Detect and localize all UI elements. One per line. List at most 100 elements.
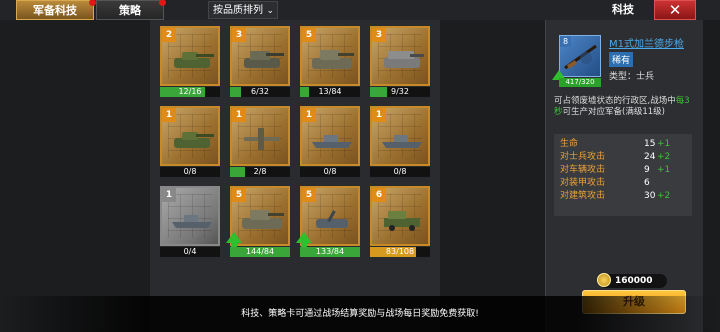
coin-icon xyxy=(597,273,611,287)
card-count: 0/8 xyxy=(183,167,197,176)
chevron-down-icon: ⌄ xyxy=(266,6,274,16)
divider-area xyxy=(440,20,545,332)
rarity-badge: 稀有 xyxy=(609,52,634,67)
stat-value: 6 xyxy=(644,178,650,188)
tab-label: 军备科技 xyxy=(33,4,77,17)
stat-label: 对车辆攻击 xyxy=(560,165,606,175)
card-count: 0/8 xyxy=(323,167,337,176)
heavy-tank-icon xyxy=(242,210,284,229)
card-image: 1 xyxy=(160,186,220,246)
stat-value: 9 xyxy=(644,165,650,175)
card-level: 2 xyxy=(162,28,176,42)
card-image: 2 xyxy=(160,26,220,86)
card-level: 1 xyxy=(232,108,246,122)
card-count: 13/84 xyxy=(318,87,342,96)
tab-strategy[interactable]: 策略 xyxy=(96,0,166,20)
tech-card[interactable]: 1 0/8 xyxy=(300,106,360,178)
card-count: 144/84 xyxy=(245,247,275,256)
card-level: 3 xyxy=(232,28,246,42)
upgrade-arrow-icon xyxy=(296,232,312,247)
stat-label: 对装甲攻击 xyxy=(560,178,606,188)
card-image: 1 xyxy=(230,106,290,166)
card-image: 3 xyxy=(230,26,290,86)
card-progress: 0/8 xyxy=(370,167,430,177)
card-progress: 0/4 xyxy=(160,247,220,257)
card-progress: 83/108 xyxy=(370,247,430,257)
progress-fill xyxy=(230,167,245,177)
card-image: 3 xyxy=(370,26,430,86)
stat-label: 生命 xyxy=(560,139,579,149)
card-level: 6 xyxy=(372,188,386,202)
stat-value: 30 xyxy=(644,191,656,201)
stat-bonus: +1 xyxy=(657,139,671,149)
card-level: 5 xyxy=(302,188,316,202)
close-button[interactable]: ✕ xyxy=(654,0,696,20)
card-count: 6/32 xyxy=(251,87,269,96)
spg-icon xyxy=(244,51,284,68)
artillery-icon xyxy=(316,210,348,228)
ship-icon xyxy=(312,135,352,148)
card-image: 1 xyxy=(370,106,430,166)
tech-card[interactable]: 5 144/84 xyxy=(226,186,290,258)
card-level: 5 xyxy=(232,188,246,202)
stat-row: 对车辆攻击 9 +1 xyxy=(560,164,686,177)
stat-bonus: +2 xyxy=(657,152,671,162)
stat-row: 对建筑攻击 30 +2 xyxy=(560,190,686,203)
portrait-count: 417/320 xyxy=(559,78,601,87)
cost-display: 160000 xyxy=(597,273,667,288)
card-progress: 144/84 xyxy=(230,247,290,257)
stat-bonus: +2 xyxy=(657,191,671,201)
heavy-tank-icon xyxy=(312,50,354,69)
stat-bonus: +1 xyxy=(657,165,671,175)
tab-military-tech[interactable]: 军备科技 xyxy=(16,0,96,20)
progress-fill xyxy=(230,87,242,97)
card-progress: 0/8 xyxy=(300,167,360,177)
card-image: 1 xyxy=(160,106,220,166)
card-progress: 2/8 xyxy=(230,167,290,177)
detail-panel: 8 417/320 M1式加兰德步枪 稀有 类型：士兵 可占领废墟状态的行政区,… xyxy=(545,20,703,332)
card-progress: 9/32 xyxy=(370,87,430,97)
card-progress: 13/84 xyxy=(300,87,360,97)
truck-icon xyxy=(384,211,420,231)
card-image: 5 xyxy=(300,26,360,86)
tech-card[interactable]: 1 0/4 xyxy=(160,186,220,258)
tip-banner: 科技、策略卡可通过战场结算奖励与战场每日奖励免费获取! xyxy=(0,296,720,332)
card-count: 83/108 xyxy=(385,247,415,256)
tech-card[interactable]: 6 83/108 xyxy=(370,186,430,258)
tech-card[interactable]: 3 9/32 xyxy=(370,26,430,98)
cost-value: 160000 xyxy=(615,276,653,286)
left-background xyxy=(0,20,150,332)
card-level: 5 xyxy=(302,28,316,42)
card-progress: 133/84 xyxy=(300,247,360,257)
card-grid: 2 12/16 3 6/32 5 13/84 3 9/32 1 0/8 1 2/8 1 0/8 1 0/8 1 0… xyxy=(150,20,440,332)
stat-value: 24 xyxy=(644,152,656,162)
tech-card[interactable]: 1 0/8 xyxy=(370,106,430,178)
tech-card[interactable]: 3 6/32 xyxy=(230,26,290,98)
card-count: 133/84 xyxy=(315,247,345,256)
tech-card[interactable]: 1 2/8 xyxy=(230,106,290,178)
desc-text: 可生产对应军备(满级11级) xyxy=(562,107,665,117)
unit-description: 可占领废墟状态的行政区,战场中每3秒可生产对应军备(满级11级) xyxy=(554,96,698,118)
sort-label: 按品质排列 xyxy=(213,5,263,16)
desc-text: 可占领废墟状态的行政区,战场中 xyxy=(554,96,676,106)
tech-card[interactable]: 5 133/84 xyxy=(296,186,360,258)
card-level: 1 xyxy=(162,108,176,122)
td-icon xyxy=(384,51,424,68)
unit-name[interactable]: M1式加兰德步枪 xyxy=(609,35,684,50)
tech-card[interactable]: 5 13/84 xyxy=(300,26,360,98)
tech-card[interactable]: 2 12/16 xyxy=(160,26,220,98)
plane-icon xyxy=(244,128,280,150)
stat-value: 15 xyxy=(644,139,656,149)
tank-icon xyxy=(174,52,214,68)
card-progress: 6/32 xyxy=(230,87,290,97)
tech-card[interactable]: 1 0/8 xyxy=(160,106,220,178)
progress-fill xyxy=(370,87,387,97)
stat-label: 对士兵攻击 xyxy=(560,152,606,162)
sort-dropdown[interactable]: 按品质排列 ⌄ xyxy=(208,1,278,19)
card-count: 9/32 xyxy=(391,87,409,96)
card-level: 1 xyxy=(302,108,316,122)
card-level: 1 xyxy=(162,188,176,202)
ship-icon xyxy=(172,215,212,228)
tank-icon xyxy=(174,132,214,148)
card-image: 6 xyxy=(370,186,430,246)
